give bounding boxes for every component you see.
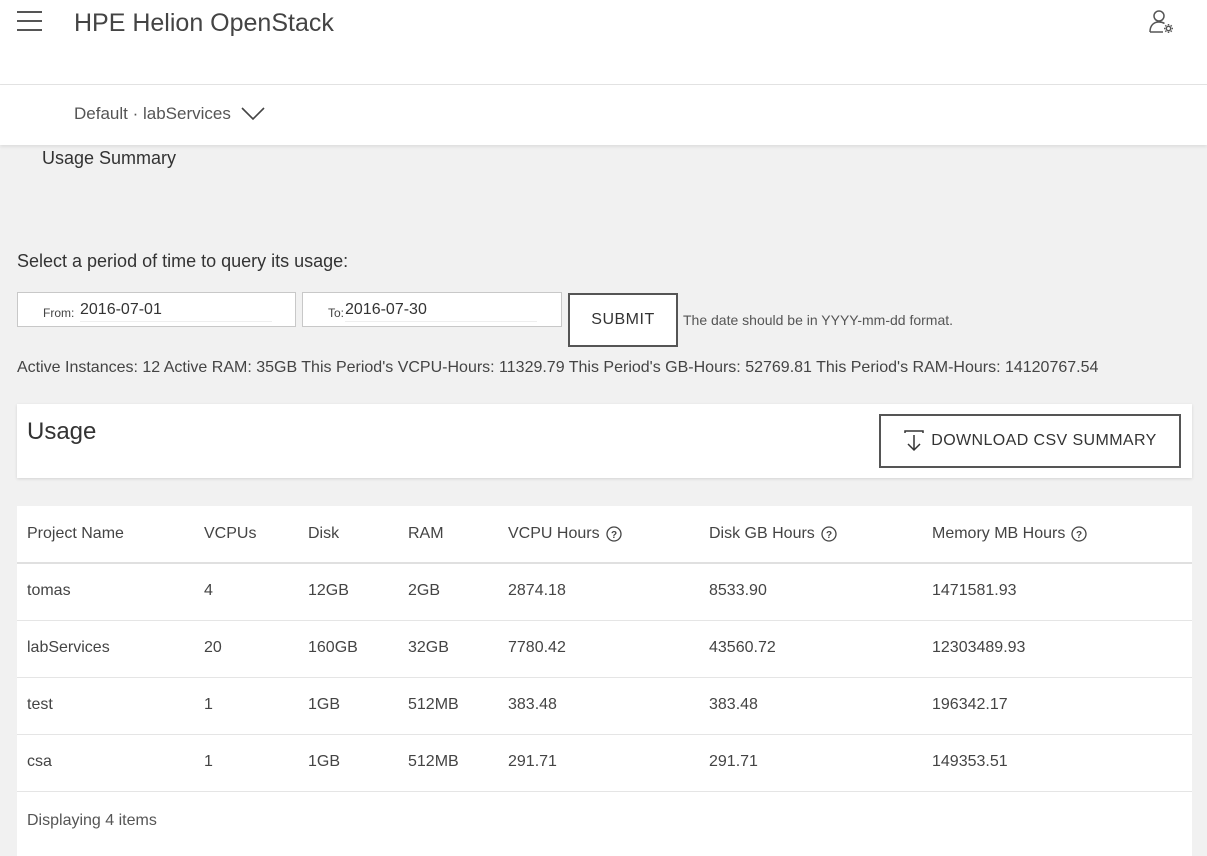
page-title: Usage Summary <box>42 148 177 168</box>
svg-text:?: ? <box>611 530 617 541</box>
from-label: From: <box>43 306 75 320</box>
usage-panel-header: Usage DOWNLOAD CSV SUMMARY <box>17 404 1192 478</box>
cell-project-name: test <box>27 696 53 713</box>
help-icon[interactable]: ? <box>821 526 837 542</box>
cell-project-name: tomas <box>27 582 71 599</box>
column-header-disk[interactable]: Disk <box>308 525 339 543</box>
cell-project-name: labServices <box>27 639 110 656</box>
app-title: HPE Helion OpenStack <box>74 9 334 37</box>
to-label: To: <box>328 306 345 320</box>
cell-ram: 2GB <box>408 582 441 599</box>
cell-ram: 32GB <box>408 639 449 656</box>
cell-ram: 512MB <box>408 696 459 713</box>
cell-vcpu-hours: 383.48 <box>508 696 557 713</box>
column-header-vcpus[interactable]: VCPUs <box>204 525 256 543</box>
usage-table: Project Name VCPUs Disk RAM VCPU Hours ?… <box>17 506 1192 856</box>
cell-disk: 12GB <box>308 582 349 599</box>
from-date-field: From: <box>17 292 296 327</box>
cell-disk: 1GB <box>308 696 341 713</box>
top-navigation-bar: HPE Helion OpenStack <box>0 0 1207 85</box>
hamburger-menu-icon[interactable] <box>17 11 42 31</box>
date-format-hint: The date should be in YYYY-mm-dd format. <box>683 312 954 328</box>
svg-text:?: ? <box>826 530 832 541</box>
cell-ram: 512MB <box>408 753 459 770</box>
download-csv-label: DOWNLOAD CSV SUMMARY <box>931 432 1157 449</box>
column-header-disk-gb-hours[interactable]: Disk GB Hours ? <box>709 525 837 543</box>
user-settings-icon[interactable] <box>1148 8 1176 36</box>
cell-disk-gb-hours: 43560.72 <box>709 639 776 656</box>
project-selector[interactable]: Default · labServices <box>74 104 265 124</box>
cell-memory-mb-hours: 12303489.93 <box>932 639 1026 656</box>
cell-vcpu-hours: 7780.42 <box>508 639 566 656</box>
chevron-down-icon <box>241 107 265 121</box>
project-bar: Default · labServices <box>0 85 1207 145</box>
cell-vcpu-hours: 291.71 <box>508 753 557 770</box>
download-csv-button[interactable]: DOWNLOAD CSV SUMMARY <box>879 414 1181 468</box>
download-icon <box>904 430 924 452</box>
svg-text:?: ? <box>1076 530 1082 541</box>
project-selector-label: Default · labServices <box>74 104 231 123</box>
cell-vcpus: 1 <box>204 753 213 770</box>
submit-button[interactable]: SUBMIT <box>568 293 678 347</box>
table-header-row: Project Name VCPUs Disk RAM VCPU Hours ?… <box>17 506 1192 564</box>
column-header-memory-mb-hours[interactable]: Memory MB Hours ? <box>932 525 1088 543</box>
table-row: tomas 4 12GB 2GB 2874.18 8533.90 1471581… <box>17 563 1192 621</box>
from-date-input[interactable] <box>80 299 272 322</box>
table-item-count: Displaying 4 items <box>27 812 157 829</box>
table-row: test 1 1GB 512MB 383.48 383.48 196342.17 <box>17 677 1192 735</box>
cell-disk-gb-hours: 8533.90 <box>709 582 767 599</box>
cell-disk: 1GB <box>308 753 341 770</box>
usage-stats-summary: Active Instances: 12 Active RAM: 35GB Th… <box>17 359 1099 376</box>
cell-vcpus: 20 <box>204 639 222 656</box>
cell-vcpu-hours: 2874.18 <box>508 582 566 599</box>
cell-memory-mb-hours: 1471581.93 <box>932 582 1017 599</box>
period-prompt: Select a period of time to query its usa… <box>17 251 349 271</box>
cell-disk-gb-hours: 291.71 <box>709 753 758 770</box>
table-row: labServices 20 160GB 32GB 7780.42 43560.… <box>17 620 1192 678</box>
cell-vcpus: 1 <box>204 696 213 713</box>
column-header-project-name[interactable]: Project Name <box>27 525 124 543</box>
help-icon[interactable]: ? <box>605 526 622 542</box>
usage-title: Usage <box>27 418 97 445</box>
column-header-vcpu-hours[interactable]: VCPU Hours ? <box>508 525 622 543</box>
cell-project-name: csa <box>27 753 52 770</box>
cell-memory-mb-hours: 196342.17 <box>932 696 1008 713</box>
to-date-input[interactable] <box>345 299 537 322</box>
cell-disk-gb-hours: 383.48 <box>709 696 758 713</box>
column-header-ram[interactable]: RAM <box>408 525 444 543</box>
cell-disk: 160GB <box>308 639 358 656</box>
help-icon[interactable]: ? <box>1071 526 1088 542</box>
table-row: csa 1 1GB 512MB 291.71 291.71 149353.51 <box>17 734 1192 792</box>
cell-memory-mb-hours: 149353.51 <box>932 753 1008 770</box>
to-date-field: To: <box>302 292 562 327</box>
cell-vcpus: 4 <box>204 582 213 599</box>
